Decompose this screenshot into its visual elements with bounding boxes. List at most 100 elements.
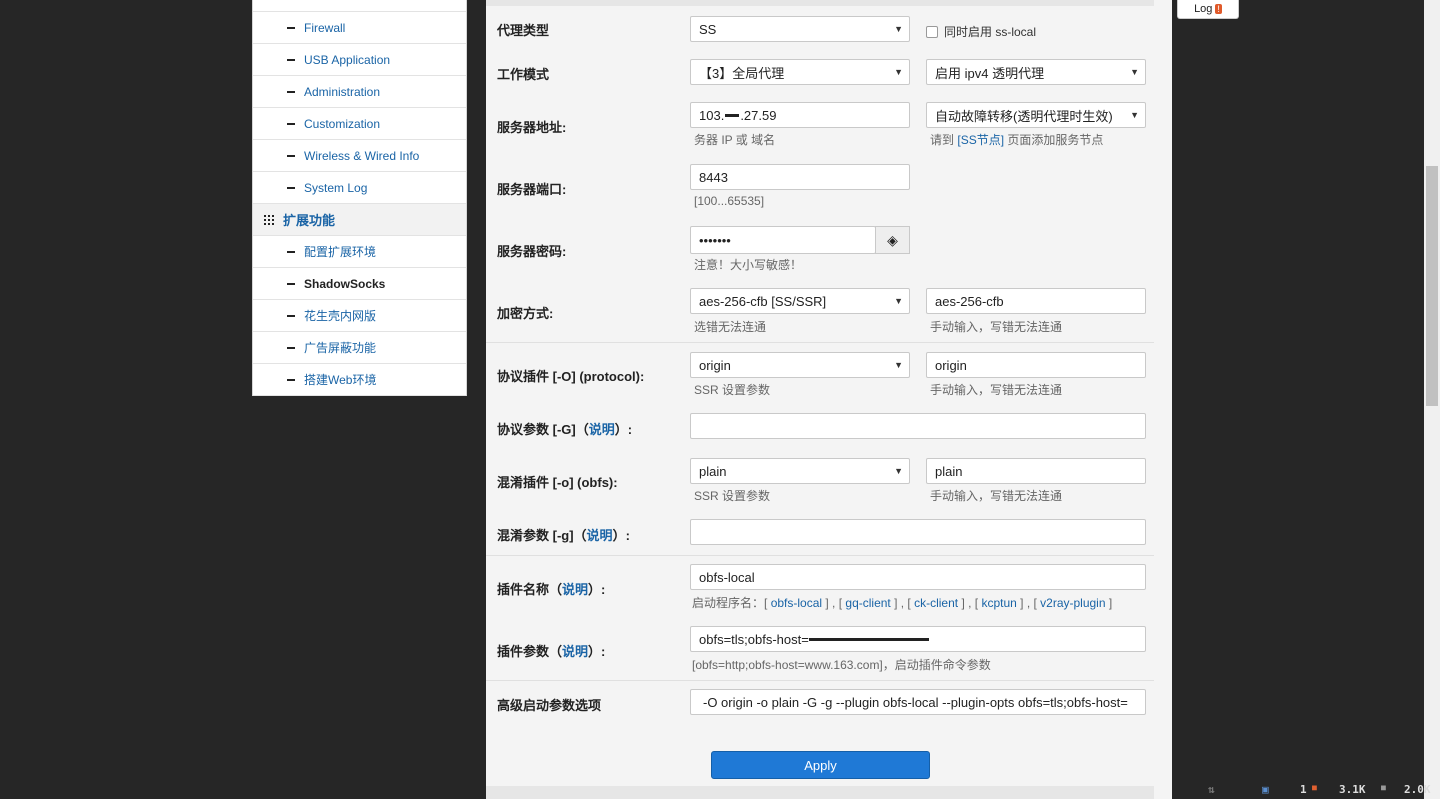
connection-count: 1	[1300, 783, 1307, 796]
plugin-param-label-suffix: ）:	[588, 644, 606, 659]
encryption-value: aes-256-cfb [SS/SSR]	[699, 293, 827, 309]
plugin-link-kcptun[interactable]: kcptun	[981, 596, 1016, 610]
encryption-manual-input[interactable]: aes-256-cfb	[926, 288, 1146, 314]
sidebar-item-web-env[interactable]: 搭建Web环境	[253, 364, 466, 396]
plugin-name-help-link[interactable]: 说明	[562, 582, 588, 597]
plugin-param-input[interactable]: obfs=tls;obfs-host=	[690, 626, 1146, 652]
section-divider	[486, 680, 1154, 681]
server-port-hint: [100...65535]	[694, 194, 765, 208]
alert-icon: ■	[1312, 783, 1317, 792]
dash-icon	[287, 346, 295, 349]
protocol-param-input[interactable]	[690, 413, 1146, 439]
server-port-input[interactable]: 8443	[690, 164, 910, 190]
apply-button[interactable]: Apply	[711, 751, 930, 779]
section-divider	[486, 555, 1154, 556]
plugin-param-label: 插件参数（说明）:	[497, 641, 605, 660]
ss-nodes-hint-prefix: 请到	[930, 133, 955, 147]
sidebar-item-label: Administration	[304, 84, 381, 99]
download-speed: 3.1K	[1339, 783, 1366, 796]
dash-icon	[287, 186, 295, 189]
sidebar-section-extensions[interactable]: 扩展功能	[253, 204, 466, 236]
encryption-manual-value: aes-256-cfb	[935, 293, 1004, 309]
sidebar-item-label: USB Application	[304, 52, 391, 67]
log-button-label: Log	[1194, 3, 1213, 15]
sidebar-item-firewall[interactable]: Firewall	[253, 12, 466, 44]
server-password-hint: 注意！大小写敏感！	[694, 258, 803, 272]
obfs-manual-input[interactable]: plain	[926, 458, 1146, 484]
sidebar-item-adblock[interactable]: 广告屏蔽功能	[253, 332, 466, 364]
obfs-param-input[interactable]	[690, 519, 1146, 545]
sidebar-item-customization[interactable]: Customization	[253, 108, 466, 140]
sidebar-item-label: Firewall	[304, 20, 346, 35]
sidebar-item-label: 配置扩展环境	[304, 245, 377, 259]
encryption-select[interactable]: aes-256-cfb [SS/SSR]	[690, 288, 910, 314]
server-port-value: 8443	[699, 169, 728, 185]
network-status-bar: ⇅ ▣ 1 ■ 3.1K ■ 2.0K	[1200, 783, 1440, 799]
encryption-label: 加密方式:	[497, 306, 554, 321]
grid-icon	[264, 214, 274, 225]
scrollbar-thumb[interactable]	[1426, 166, 1438, 406]
log-button[interactable]: Log!	[1177, 0, 1239, 19]
plugin-param-hint: [obfs=http;obfs-host=www.163.com]，启动插件命令…	[692, 658, 991, 672]
protocol-param-label: 协议参数 [-G]（说明）:	[497, 419, 632, 438]
redaction-mark	[725, 113, 740, 117]
sidebar-item-cut	[253, 0, 466, 12]
protocol-select[interactable]: origin	[690, 352, 910, 378]
page-scrollbar[interactable]	[1424, 0, 1440, 799]
ss-nodes-hint: 请到 [SS节点] 页面添加服务节点	[930, 131, 1103, 148]
obfs-param-help-link[interactable]: 说明	[587, 528, 613, 543]
server-address-suffix: .27.59	[740, 107, 777, 123]
proxy-type-select[interactable]: SS	[690, 16, 910, 42]
sidebar-item-label: System Log	[304, 180, 368, 195]
advanced-options-label: 高级启动参数选项	[497, 698, 602, 713]
sidebar-item-system-log[interactable]: System Log	[253, 172, 466, 204]
plugin-link-v2ray-plugin[interactable]: v2ray-plugin	[1040, 596, 1105, 610]
protocol-param-label-text: 协议参数 [-G]（	[497, 422, 589, 437]
sidebar-item-usb-application[interactable]: USB Application	[253, 44, 466, 76]
sidebar-item-oray[interactable]: 花生壳内网版	[253, 300, 466, 332]
protocol-label: 协议插件 [-O] (protocol):	[497, 369, 645, 384]
advanced-options-input[interactable]: -O origin -o plain -G -g --plugin obfs-l…	[690, 689, 1146, 715]
server-address-input[interactable]: 103. .27.59	[690, 102, 910, 128]
sidebar-item-shadowsocks[interactable]: ShadowSocks	[253, 268, 466, 300]
plugin-name-hint: 启动程序名：[ obfs-local ] , [ gq-client ] , […	[692, 596, 1113, 610]
plugin-link-ck-client[interactable]: ck-client	[914, 596, 958, 610]
sidebar-item-label: ShadowSocks	[304, 276, 386, 291]
plugin-param-help-link[interactable]: 说明	[562, 644, 588, 659]
plugin-name-input[interactable]: obfs-local	[690, 564, 1146, 590]
failover-value: 自动故障转移(透明代理时生效)	[935, 108, 1113, 124]
failover-select[interactable]: 自动故障转移(透明代理时生效)	[926, 102, 1146, 128]
sidebar-item-administration[interactable]: Administration	[253, 76, 466, 108]
work-mode-select[interactable]: 【3】全局代理	[690, 59, 910, 85]
sidebar-section-label: 扩展功能	[283, 213, 336, 228]
encryption-manual-hint: 手动输入，写错无法连通	[930, 320, 1063, 334]
sidebar-item-wireless-wired-info[interactable]: Wireless & Wired Info	[253, 140, 466, 172]
dash-icon	[287, 26, 295, 29]
transparent-proxy-select[interactable]: 启用 ipv4 透明代理	[926, 59, 1146, 85]
proxy-type-label: 代理类型	[497, 23, 550, 38]
show-password-button[interactable]: ◈	[875, 226, 910, 254]
plugin-link-obfs-local[interactable]: obfs-local	[771, 596, 822, 610]
server-password-value: •••••••	[699, 232, 731, 248]
sidebar-item-label: 广告屏蔽功能	[304, 341, 377, 355]
server-password-input[interactable]: •••••••	[690, 226, 876, 254]
protocol-param-help-link[interactable]: 说明	[589, 422, 615, 437]
server-address-hint: 务器 IP 或 域名	[694, 133, 776, 147]
obfs-select[interactable]: plain	[690, 458, 910, 484]
dash-icon	[287, 90, 295, 93]
obfs-label: 混淆插件 [-o] (obfs):	[497, 475, 618, 490]
plugin-link-gq-client[interactable]: gq-client	[845, 596, 890, 610]
protocol-manual-input[interactable]: origin	[926, 352, 1146, 378]
ss-nodes-link[interactable]: [SS节点]	[957, 133, 1004, 147]
plugin-param-label-text: 插件参数（	[497, 644, 563, 659]
obfs-param-label-suffix: ）:	[612, 528, 630, 543]
dash-icon	[287, 314, 295, 317]
obfs-manual-hint: 手动输入，写错无法连通	[930, 489, 1063, 503]
redaction-mark	[808, 637, 929, 641]
checkbox-box[interactable]	[926, 25, 938, 38]
plugin-name-value: obfs-local	[699, 569, 755, 585]
work-mode-label: 工作模式	[497, 67, 550, 82]
sidebar-item-config-ext[interactable]: 配置扩展环境	[253, 236, 466, 268]
ss-local-checkbox[interactable]: 同时启用 ss-local	[926, 23, 1036, 40]
protocol-value: origin	[699, 357, 731, 373]
